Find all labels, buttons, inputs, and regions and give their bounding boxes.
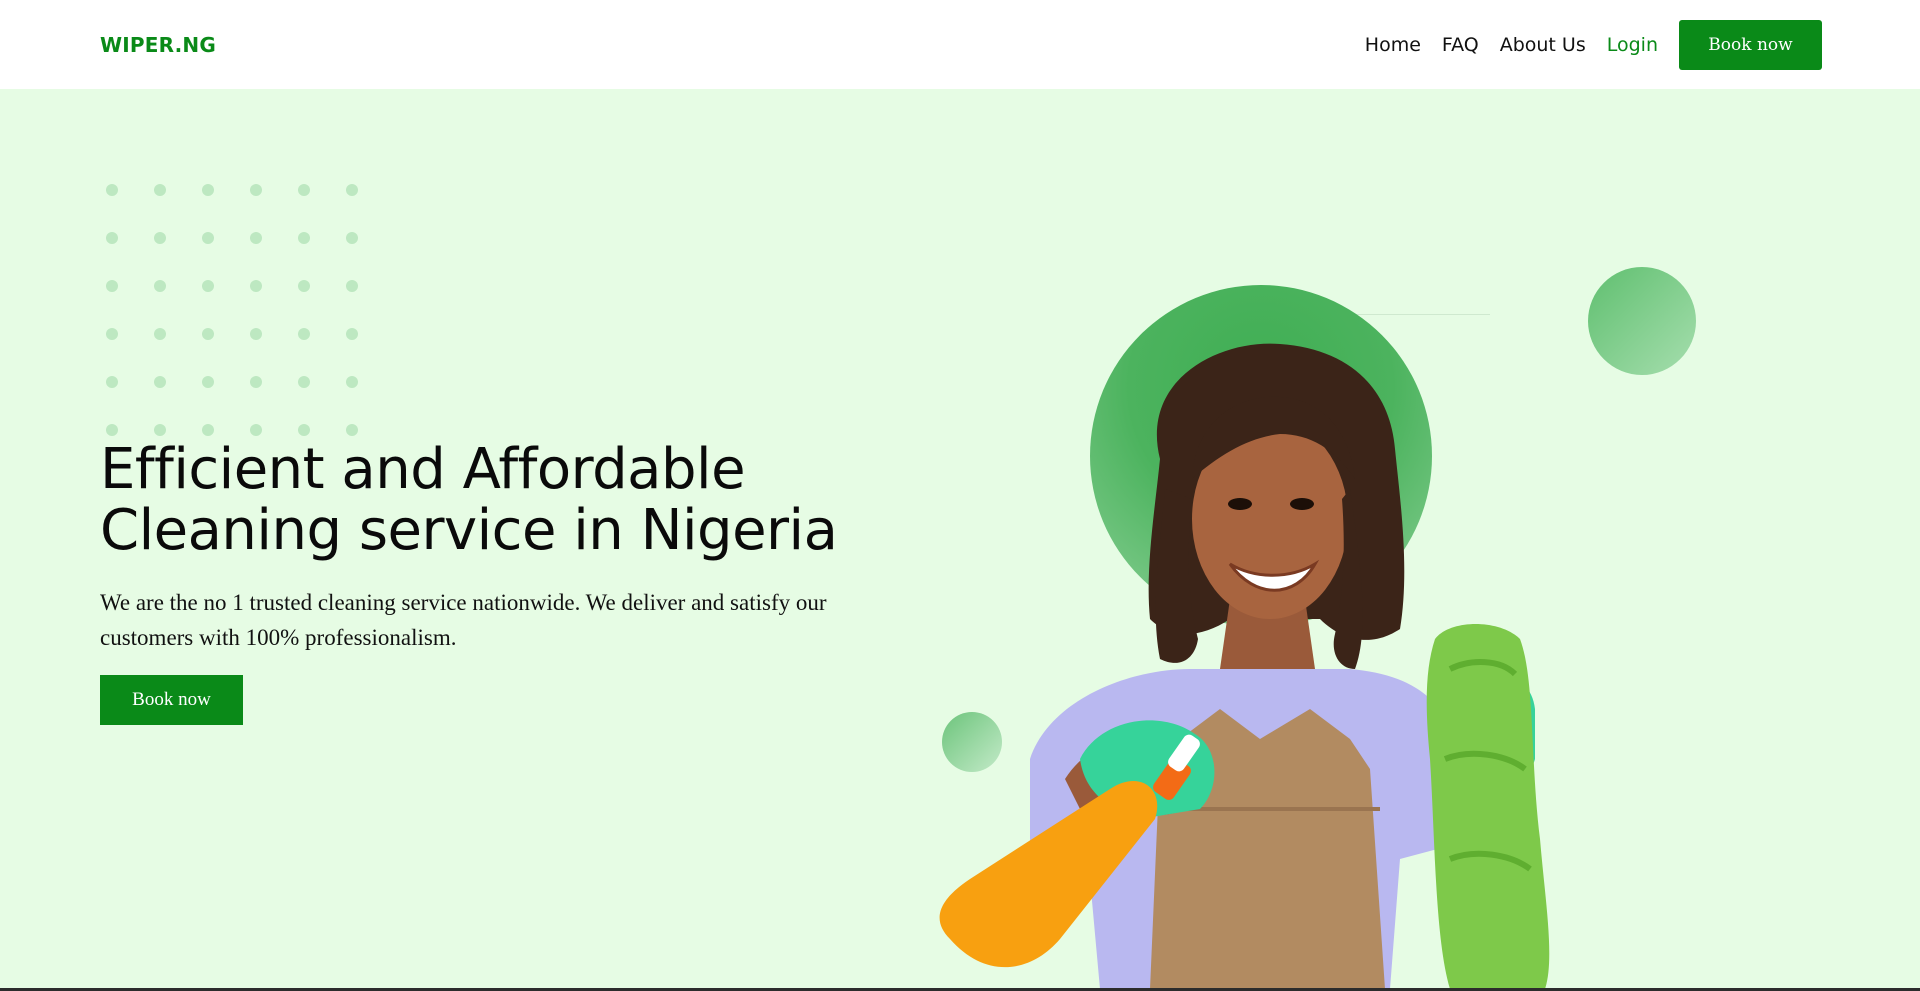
main-nav: Home FAQ About Us Login Book now: [1365, 19, 1822, 70]
dot-grid-decoration: [106, 184, 358, 436]
page: WIPER.NG Home FAQ About Us Login Book no…: [0, 0, 1920, 991]
hero-title-line1: Efficient and Affordable: [100, 437, 746, 502]
hero-title-line2: Cleaning service in Nigeria: [100, 498, 838, 563]
hero-title: Efficient and Affordable Cleaning servic…: [100, 439, 920, 561]
dot-decoration: [154, 376, 166, 388]
dot-decoration: [250, 328, 262, 340]
dot-decoration: [298, 280, 310, 292]
dot-decoration: [298, 328, 310, 340]
dot-decoration: [298, 184, 310, 196]
dot-decoration: [202, 232, 214, 244]
dot-decoration: [106, 376, 118, 388]
navbar: WIPER.NG Home FAQ About Us Login Book no…: [0, 0, 1920, 89]
dot-decoration: [154, 184, 166, 196]
dot-decoration: [202, 424, 214, 436]
cleaning-woman-illustration: [939, 343, 1550, 988]
dot-decoration: [250, 232, 262, 244]
dot-decoration: [154, 424, 166, 436]
dot-decoration: [346, 232, 358, 244]
dot-decoration: [298, 376, 310, 388]
nav-book-button[interactable]: Book now: [1679, 19, 1822, 70]
dot-decoration: [106, 232, 118, 244]
dot-decoration: [250, 424, 262, 436]
dot-decoration: [202, 376, 214, 388]
nav-home-link[interactable]: Home: [1365, 34, 1421, 56]
dot-decoration: [202, 280, 214, 292]
dot-decoration: [250, 376, 262, 388]
dot-decoration: [250, 184, 262, 196]
dot-decoration: [298, 232, 310, 244]
dot-decoration: [346, 280, 358, 292]
dot-decoration: [106, 424, 118, 436]
dot-decoration: [106, 280, 118, 292]
dot-decoration: [106, 328, 118, 340]
dot-decoration: [154, 280, 166, 292]
dot-decoration: [346, 328, 358, 340]
nav-faq-link[interactable]: FAQ: [1442, 34, 1479, 56]
dot-decoration: [250, 280, 262, 292]
dot-decoration: [154, 328, 166, 340]
nav-login-link[interactable]: Login: [1607, 34, 1658, 56]
dot-decoration: [346, 184, 358, 196]
dot-decoration: [346, 424, 358, 436]
dot-decoration: [346, 376, 358, 388]
nav-about-link[interactable]: About Us: [1500, 34, 1586, 56]
dot-decoration: [106, 184, 118, 196]
hero-subtitle: We are the no 1 trusted cleaning service…: [100, 590, 827, 650]
dot-decoration: [202, 328, 214, 340]
hero-section: Efficient and Affordable Cleaning servic…: [0, 89, 1920, 988]
dot-decoration: [202, 184, 214, 196]
dot-decoration: [154, 232, 166, 244]
hero-book-button[interactable]: Book now: [100, 675, 243, 725]
logo[interactable]: WIPER.NG: [100, 33, 216, 57]
dot-decoration: [298, 424, 310, 436]
